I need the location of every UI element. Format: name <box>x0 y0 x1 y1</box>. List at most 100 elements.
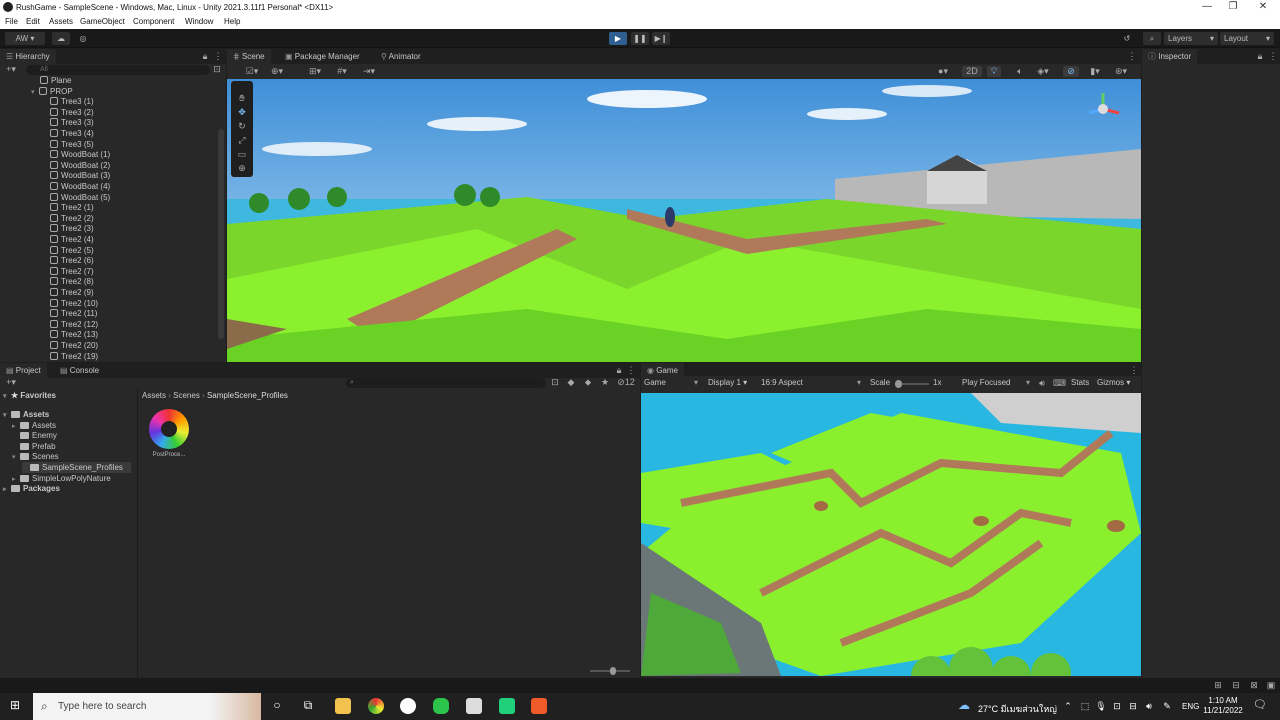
more-options-icon[interactable]: ⋮ <box>213 51 223 62</box>
stats-button[interactable]: Stats <box>1071 378 1089 387</box>
history-icon[interactable]: ↺ <box>1120 32 1134 45</box>
project-tree-item[interactable]: ▸ Assets <box>12 420 56 431</box>
tray-icon-3[interactable]: ⊟ <box>1127 701 1139 712</box>
hierarchy-item[interactable]: Tree2 (11) <box>50 308 97 319</box>
line-icon[interactable] <box>433 698 449 714</box>
clock[interactable]: 1:10 AM 11/21/2022 <box>1202 696 1244 716</box>
inspector-more-icon[interactable]: ⋮ <box>1268 51 1278 62</box>
lighting-toggle-icon[interactable]: 💡︎ <box>987 66 1001 77</box>
account-dropdown[interactable]: AW ▾ <box>5 32 45 45</box>
maximize-button[interactable]: ❐ <box>1222 1 1244 12</box>
game-more-icon[interactable]: ⋮ <box>1129 365 1139 376</box>
visibility-toggle-icon[interactable]: ⊘ <box>1063 66 1079 77</box>
tray-icon-1[interactable]: ⬚ <box>1079 701 1091 712</box>
search-by-label-icon[interactable]: ◆ <box>566 377 576 388</box>
tab-hierarchy[interactable]: ☰ Hierarchy <box>0 49 56 64</box>
effects-dropdown[interactable]: ◈▾ <box>1033 66 1053 77</box>
hierarchy-item[interactable]: Tree3 (1) <box>50 96 94 107</box>
tab-inspector[interactable]: ⓘ Inspector <box>1142 49 1198 64</box>
increment-snap-dropdown[interactable]: ⇥▾ <box>359 66 379 77</box>
project-tree-item[interactable]: ▾ Scenes <box>12 451 59 462</box>
menu-assets[interactable]: Assets <box>49 17 73 26</box>
project-add-icon[interactable]: +▾ <box>4 377 18 388</box>
hierarchy-item[interactable]: Tree2 (9) <box>50 287 94 298</box>
status-icon-d[interactable]: ▣ <box>1265 680 1277 691</box>
gizmos-button[interactable]: Gizmos ▾ <box>1097 378 1130 387</box>
hierarchy-item[interactable]: Tree2 (20) <box>50 340 98 351</box>
collab-icon[interactable]: ◎ <box>75 32 91 45</box>
weather-icon[interactable]: ☁ <box>957 699 971 711</box>
lock-icon[interactable]: 🔒︎ <box>200 51 210 62</box>
hierarchy-item[interactable]: WoodBoat (1) <box>50 149 110 160</box>
layers-dropdown[interactable]: Layers ▾ <box>1164 32 1218 45</box>
rect-tool-icon[interactable]: ▭ <box>236 149 248 160</box>
hierarchy-item[interactable]: Tree3 (4) <box>50 128 94 139</box>
scene-more-icon[interactable]: ⋮ <box>1127 51 1137 62</box>
pen-icon[interactable]: ✎ <box>1161 701 1173 712</box>
hierarchy-search-input[interactable]: All <box>26 65 210 75</box>
grid-snap-dropdown[interactable]: #▾ <box>332 66 352 77</box>
close-button[interactable]: ✕ <box>1252 1 1274 12</box>
clipchamp-icon[interactable] <box>499 698 515 714</box>
file-explorer-icon[interactable] <box>335 698 351 714</box>
gizmos-dropdown[interactable]: ⊛▾ <box>1111 66 1131 77</box>
microphone-icon[interactable]: 🎙︎ <box>1095 701 1107 712</box>
draw-mode-dropdown[interactable]: ☑▾ <box>239 66 265 77</box>
breadcrumb-scenes[interactable]: Scenes <box>173 391 200 400</box>
display-dropdown[interactable]: Display 1 ▾ <box>708 378 747 387</box>
volume-icon[interactable]: 🔊︎ <box>1143 701 1155 712</box>
menu-window[interactable]: Window <box>185 17 213 26</box>
shading-mode-dropdown[interactable]: ●▾ <box>933 66 953 77</box>
hand-tool-icon[interactable]: ✋︎ <box>236 93 248 104</box>
project-more-icon[interactable]: ⋮ <box>626 365 636 376</box>
move-tool-icon[interactable]: ✥ <box>236 107 248 118</box>
scale-tool-icon[interactable]: ⤢ <box>236 135 248 146</box>
project-lock-icon[interactable]: 🔒︎ <box>614 365 624 376</box>
hierarchy-item[interactable]: Tree2 (7) <box>50 266 94 277</box>
hierarchy-item[interactable]: Tree2 (2) <box>50 213 94 224</box>
minimize-button[interactable]: — <box>1196 1 1218 12</box>
hierarchy-item[interactable]: Tree2 (3) <box>50 223 94 234</box>
hierarchy-item[interactable]: Tree2 (12) <box>50 319 98 330</box>
icon-size-slider[interactable] <box>590 667 630 675</box>
breadcrumb-current[interactable]: SampleScene_Profiles <box>207 391 288 400</box>
aspect-dropdown[interactable]: 16:9 Aspect ▾ <box>761 378 861 387</box>
unity-editor-icon[interactable] <box>466 698 482 714</box>
asset-postprocess-profile[interactable]: PostProce... <box>146 409 192 465</box>
task-view-icon[interactable]: ⧉ <box>301 699 315 711</box>
weather-text[interactable]: 27°C มีเมฆส่วนใหญ่ <box>978 702 1057 716</box>
rotate-tool-icon[interactable]: ↻ <box>236 121 248 132</box>
hierarchy-item[interactable]: WoodBoat (3) <box>50 170 110 181</box>
search-by-type-icon[interactable]: ⊡ <box>550 377 560 388</box>
hierarchy-scrollbar[interactable] <box>218 129 224 339</box>
pause-button[interactable]: ❚❚ <box>631 32 649 45</box>
project-tree-item[interactable]: Prefab <box>12 441 56 452</box>
expand-arrow-icon[interactable]: ▾ <box>12 452 20 463</box>
hierarchy-item[interactable]: Tree2 (6) <box>50 255 94 266</box>
project-tree-item[interactable]: ▸ SimpleLowPolyNature <box>12 473 111 484</box>
play-button[interactable]: ▶ <box>609 32 627 45</box>
hierarchy-item[interactable]: Tree2 (5) <box>50 245 94 256</box>
menu-gameobject[interactable]: GameObject <box>80 17 125 26</box>
expand-arrow-icon[interactable]: ▾ <box>31 87 39 98</box>
chrome-icon[interactable] <box>368 698 384 714</box>
project-search-input[interactable]: ⌕ <box>346 378 546 388</box>
search-icon[interactable]: ⌕ <box>1143 32 1161 45</box>
hierarchy-item[interactable]: WoodBoat (4) <box>50 181 110 192</box>
menu-help[interactable]: Help <box>224 17 240 26</box>
global-local-dropdown[interactable]: ⊕▾ <box>267 66 287 77</box>
hierarchy-item[interactable]: WoodBoat (5) <box>50 192 110 203</box>
hierarchy-item[interactable]: Tree3 (2) <box>50 107 94 118</box>
tab-animator[interactable]: ⚲ Animator <box>375 49 427 64</box>
favorites-item[interactable]: ▾ ★ Favorites <box>3 390 56 401</box>
notifications-icon[interactable]: 🗨︎ <box>1253 700 1267 711</box>
taskbar-search[interactable]: ⌕ Type here to search <box>33 693 261 720</box>
game-mode-dropdown[interactable]: Game ▾ <box>644 378 698 387</box>
hierarchy-item[interactable]: Tree2 (8) <box>50 276 94 287</box>
play-focused-dropdown[interactable]: Play Focused ▾ <box>962 378 1030 387</box>
project-tree-item[interactable]: Enemy <box>12 430 57 441</box>
unity-hub-icon[interactable] <box>400 698 416 714</box>
pivot-dropdown[interactable]: ⊞▾ <box>305 66 325 77</box>
menu-component[interactable]: Component <box>133 17 174 26</box>
tab-console[interactable]: ▤ Console <box>54 363 105 378</box>
